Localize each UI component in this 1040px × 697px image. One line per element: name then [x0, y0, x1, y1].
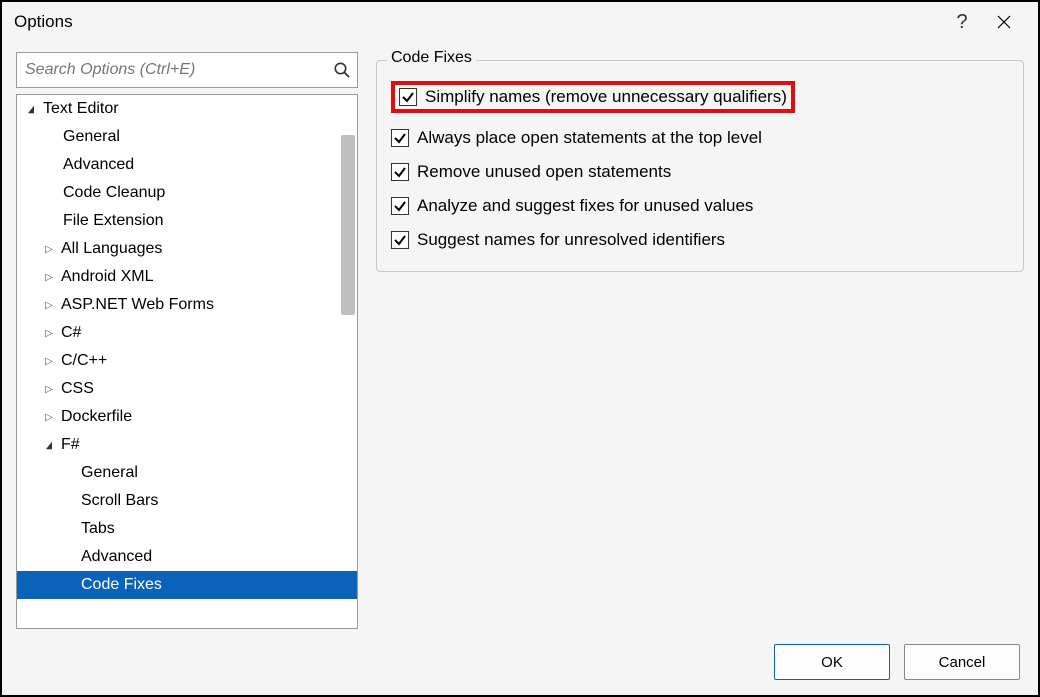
checkbox-label: Analyze and suggest fixes for unused val… — [417, 196, 753, 216]
check-icon — [393, 233, 407, 247]
options-tree[interactable]: ◢ Text Editor General Advanced Code Cleanup F… — [17, 95, 357, 628]
check-icon — [393, 131, 407, 145]
tree-item-label: Text Editor — [43, 100, 119, 118]
checkbox[interactable] — [391, 163, 409, 181]
tree-item[interactable]: ◢ Text Editor — [17, 95, 357, 123]
checkbox[interactable] — [391, 129, 409, 147]
tree-item[interactable]: Code Cleanup — [17, 179, 357, 207]
tree-item-label: CSS — [61, 380, 94, 398]
tree-item[interactable]: ▷ ASP.NET Web Forms — [17, 291, 357, 319]
dialog-footer: OK Cancel — [2, 629, 1038, 695]
chevron-right-icon: ▷ — [43, 272, 55, 283]
tree-item-label: Advanced — [63, 156, 134, 174]
checkbox[interactable] — [391, 231, 409, 249]
checkbox-row: Always place open statements at the top … — [391, 121, 1009, 155]
cancel-button[interactable]: Cancel — [904, 644, 1020, 680]
tree-item-label: ASP.NET Web Forms — [61, 296, 214, 314]
chevron-right-icon: ▷ — [43, 356, 55, 367]
right-column: Code Fixes Simplify names (remove unnece… — [376, 52, 1024, 629]
checkbox[interactable] — [391, 197, 409, 215]
tree-item[interactable]: General — [17, 459, 357, 487]
chevron-down-icon: ◢ — [44, 440, 54, 451]
tree-item-label: F# — [61, 436, 80, 454]
help-button[interactable]: ? — [942, 2, 982, 42]
options-list: Simplify names (remove unnecessary quali… — [391, 81, 1009, 257]
tree-item[interactable]: Tabs — [17, 515, 357, 543]
checkbox[interactable] — [399, 88, 417, 106]
checkbox-label: Suggest names for unresolved identifiers — [417, 230, 725, 250]
options-dialog: Options ? ◢Text EditorGenera — [0, 0, 1040, 697]
chevron-down-icon: ◢ — [26, 104, 36, 115]
tree-item-label: Advanced — [81, 548, 152, 566]
checkbox-row: Remove unused open statements — [391, 155, 1009, 189]
tree-item-label: Code Cleanup — [63, 184, 165, 202]
tree-item[interactable]: ◢ F# — [17, 431, 357, 459]
tree-scrollbar[interactable] — [341, 135, 355, 315]
tree-item-label: Code Fixes — [81, 576, 162, 594]
tree-item[interactable]: Advanced — [17, 151, 357, 179]
tree-item-label: General — [81, 464, 138, 482]
tree-item-label: C# — [61, 324, 81, 342]
code-fixes-group: Code Fixes Simplify names (remove unnece… — [376, 60, 1024, 272]
checkbox-row: Analyze and suggest fixes for unused val… — [391, 189, 1009, 223]
close-icon — [997, 15, 1011, 29]
tree-item[interactable]: ▷ Dockerfile — [17, 403, 357, 431]
checkbox-row: Suggest names for unresolved identifiers — [391, 223, 1009, 257]
tree-item-label: Android XML — [61, 268, 154, 286]
tree-item[interactable]: ▷ C/C++ — [17, 347, 357, 375]
check-icon — [401, 90, 415, 104]
tree-item[interactable]: ▷ C# — [17, 319, 357, 347]
search-input[interactable] — [17, 53, 327, 87]
tree-item-label: Scroll Bars — [81, 492, 158, 510]
tree-item-label: Dockerfile — [61, 408, 132, 426]
tree-item-label: General — [63, 128, 120, 146]
titlebar: Options ? — [2, 2, 1038, 42]
chevron-right-icon: ▷ — [43, 328, 55, 339]
tree-item[interactable]: Scroll Bars — [17, 487, 357, 515]
left-column: ◢ Text Editor General Advanced Code Cleanup F… — [16, 52, 358, 629]
tree-item-label: Tabs — [81, 520, 115, 538]
search-wrap — [16, 52, 358, 88]
chevron-right-icon: ▷ — [43, 300, 55, 311]
tree-item[interactable]: ▷ All Languages — [17, 235, 357, 263]
checkbox-label: Always place open statements at the top … — [417, 128, 762, 148]
checkbox-row: Simplify names (remove unnecessary quali… — [391, 81, 795, 113]
close-button[interactable] — [982, 2, 1026, 42]
tree-item[interactable]: File Extension — [17, 207, 357, 235]
tree-wrap: ◢ Text Editor General Advanced Code Cleanup F… — [16, 94, 358, 629]
chevron-right-icon: ▷ — [43, 412, 55, 423]
tree-item[interactable]: General — [17, 123, 357, 151]
check-icon — [393, 199, 407, 213]
tree-item[interactable]: Code Fixes — [17, 571, 357, 599]
chevron-right-icon: ▷ — [43, 384, 55, 395]
check-icon — [393, 165, 407, 179]
content-area: ◢ Text Editor General Advanced Code Cleanup F… — [2, 42, 1038, 629]
checkbox-label: Simplify names (remove unnecessary quali… — [425, 87, 787, 107]
tree-item[interactable]: ▷ Android XML — [17, 263, 357, 291]
tree-item-label: File Extension — [63, 212, 164, 230]
ok-button[interactable]: OK — [774, 644, 890, 680]
tree-item-label: C/C++ — [61, 352, 107, 370]
tree-item[interactable]: Advanced — [17, 543, 357, 571]
tree-item[interactable]: ▷ CSS — [17, 375, 357, 403]
search-icon[interactable] — [327, 61, 357, 79]
checkbox-label: Remove unused open statements — [417, 162, 671, 182]
chevron-right-icon: ▷ — [43, 244, 55, 255]
group-legend: Code Fixes — [387, 49, 476, 67]
tree-item-label: All Languages — [61, 240, 162, 258]
window-title: Options — [14, 12, 942, 32]
